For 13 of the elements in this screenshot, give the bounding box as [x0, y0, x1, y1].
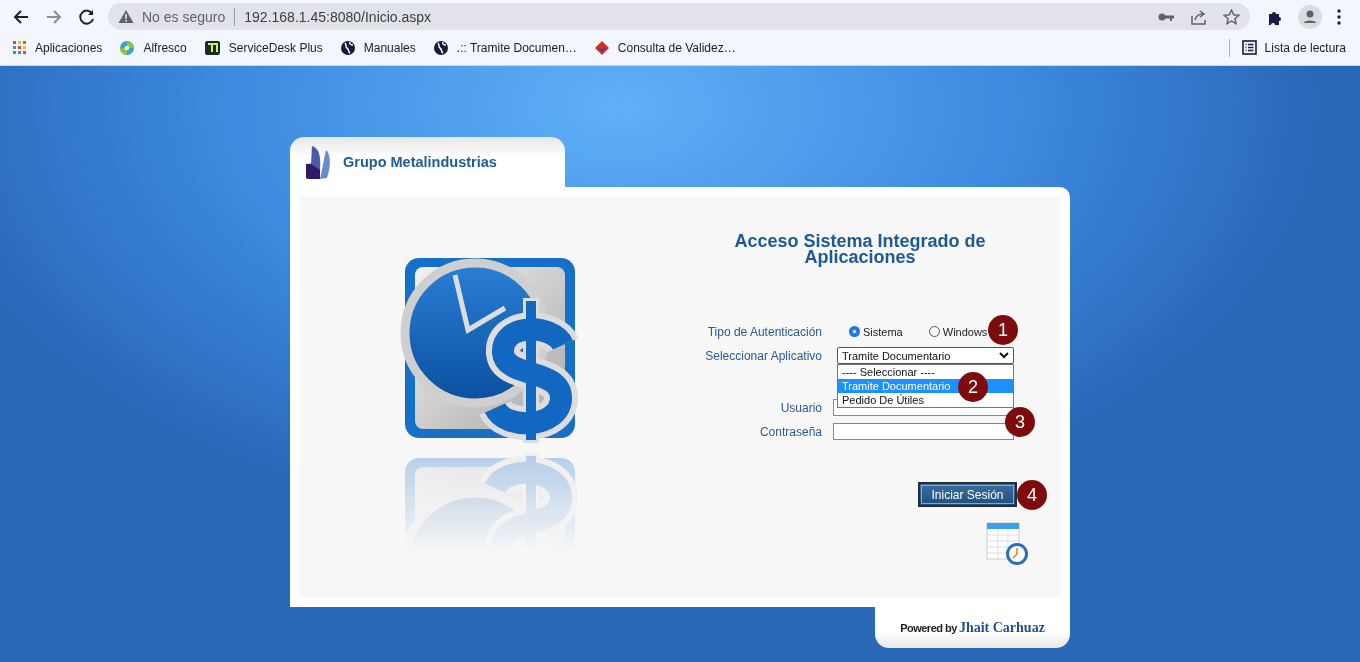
- field-label: Contraseña: [758, 424, 822, 439]
- step-number-tooltip: 1: [988, 315, 1018, 345]
- security-label: No es seguro: [142, 8, 226, 25]
- field-label: Tipo de Autenticación: [706, 324, 822, 339]
- step-number-tooltip: 4: [1017, 480, 1047, 510]
- field-label: Usuario: [779, 400, 822, 415]
- url-text: 192.168.1.45:8080/Inicio.aspx: [244, 8, 432, 25]
- login-title: Acceso Sistema Integrado de Aplicaciones: [733, 233, 987, 265]
- author-name: Jhait Carhuaz: [958, 619, 1045, 636]
- powered-by-label: Powered by: [900, 621, 957, 634]
- field-label: Seleccionar Aplicativo: [704, 348, 822, 363]
- step-number-tooltip: 3: [1005, 407, 1035, 437]
- brand-name: Grupo Metalindustrias: [343, 154, 497, 170]
